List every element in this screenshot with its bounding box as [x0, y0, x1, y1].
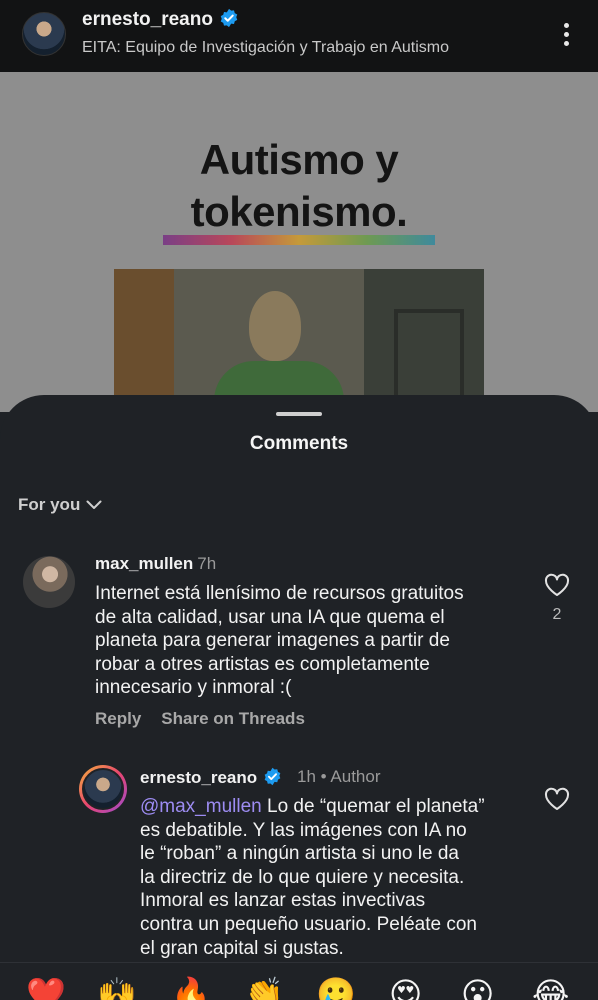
share-on-threads-button[interactable]: Share on Threads — [161, 709, 305, 728]
mention-link[interactable]: @max_mullen — [140, 796, 262, 817]
comment-time: 7h — [197, 554, 217, 573]
like-heart-icon[interactable] — [544, 787, 570, 811]
sheet-drag-handle[interactable] — [276, 412, 322, 416]
author-username-text[interactable]: ernesto_reano — [82, 9, 213, 30]
comment-line: Internet está llenísimo de recursos grat… — [95, 583, 464, 604]
reply-time: 1h — [297, 767, 316, 786]
emoji-surprised-button[interactable]: 😮 — [461, 977, 494, 1000]
post-image: Autismo y tokenismo. — [0, 72, 598, 412]
comment-line: planeta para generar imagenes a partir d… — [95, 630, 450, 652]
reply-line-rest: Lo de “quemar el planeta” — [261, 796, 485, 817]
comment-actions: Reply Share on Threads — [95, 709, 325, 729]
author-avatar[interactable] — [22, 12, 66, 56]
post-header: ernesto_reano EITA: Equipo de Investigac… — [0, 0, 598, 72]
comment-header: max_mullen 7h — [95, 554, 216, 574]
reply-line: la directriz de lo que quiere y necesita… — [140, 866, 465, 888]
comment-line: innecesario y inmoral :( — [95, 677, 292, 699]
reply-line: @max_mullen Lo de “quemar el planeta” — [140, 795, 485, 819]
verified-badge-icon — [220, 8, 238, 28]
reply-line: es debatible. Y las imágenes con IA no — [140, 819, 467, 841]
sheet-title: Comments — [249, 433, 349, 454]
emoji-heart-button[interactable]: ❤️ — [26, 977, 66, 1000]
like-count: 2 — [552, 606, 562, 623]
reply-line: el gran capital si gustas. — [140, 937, 344, 959]
reply-line: le “roban” a ningún artista si uno le da — [140, 843, 459, 865]
reply-button[interactable]: Reply — [95, 709, 141, 728]
reply-username[interactable]: ernesto_reano — [140, 768, 257, 787]
emoji-fire-button[interactable]: 🔥 — [171, 977, 211, 1000]
meta-separator: • — [320, 767, 327, 786]
emoji-clap-button[interactable]: 👏 — [244, 977, 284, 1000]
commenter-username[interactable]: max_mullen — [95, 554, 193, 573]
emoji-reaction-bar: ❤️ 🙌 🔥 👏 🥲 😍 😮 😂 — [0, 962, 598, 1000]
chevron-down-icon — [86, 500, 102, 509]
reply-meta: 1h • Author — [297, 767, 381, 787]
reply-line: Inmoral es lanzar estas invectivas — [140, 890, 426, 912]
comment-line: robar a otres artistas es completamente — [95, 653, 430, 675]
post-title: Autismo y tokenismo. — [0, 134, 598, 238]
comment-text: Internet está llenísimo de recursos grat… — [95, 582, 464, 700]
comments-sheet: Comments For you max_mullen 7h Internet e… — [0, 395, 598, 1000]
post-title-line2: tokenismo. — [190, 188, 408, 235]
author-label: Author — [330, 767, 381, 786]
more-options-icon[interactable] — [556, 20, 576, 50]
emoji-heart-eyes-button[interactable]: 😍 — [389, 977, 422, 1000]
author-username[interactable]: ernesto_reano — [82, 8, 239, 31]
emoji-raised-hands-button[interactable]: 🙌 — [97, 977, 137, 1000]
commenter-avatar[interactable] — [23, 556, 75, 608]
sort-filter-label: For you — [18, 495, 81, 514]
author-reply-avatar[interactable] — [79, 765, 127, 813]
reply-header: ernesto_reano — [140, 767, 282, 788]
comment-line: de alta calidad, usar una IA que quema e… — [95, 606, 445, 628]
rainbow-underline — [163, 235, 435, 245]
verified-badge-icon — [264, 767, 281, 786]
like-heart-icon[interactable] — [544, 573, 570, 597]
mannequin-illustration — [114, 269, 484, 412]
sort-filter-dropdown[interactable]: For you — [18, 495, 102, 515]
post-title-line1: Autismo y — [199, 136, 399, 183]
audio-subtitle[interactable]: EITA: Equipo de Investigación y Trabajo … — [82, 39, 449, 57]
emoji-teary-smile-button[interactable]: 🥲 — [316, 977, 356, 1000]
emoji-laughing-button[interactable]: 😂 — [532, 977, 569, 1000]
reply-line: contra un pequeño usuario. Peléate con — [140, 913, 477, 935]
reply-text: @max_mullen Lo de “quemar el planeta” es… — [140, 795, 485, 960]
